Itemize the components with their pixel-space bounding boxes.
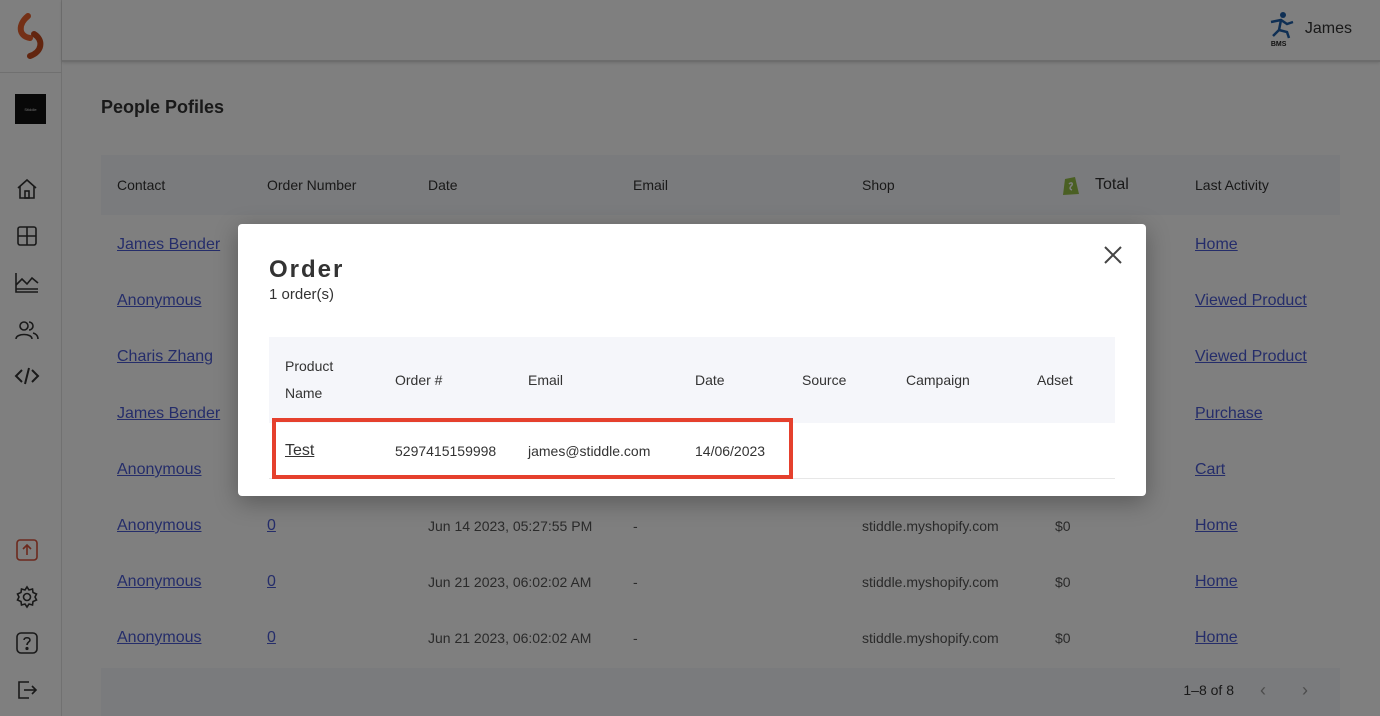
order-table-header: Product Name Order # Email Date Source C… (269, 337, 1115, 423)
column-header: Order # (395, 371, 443, 388)
column-header: Email (528, 371, 564, 388)
close-icon[interactable] (1102, 244, 1124, 266)
highlight-box (272, 418, 793, 479)
modal-subtitle: 1 order(s) (269, 286, 335, 303)
column-header: Date (695, 371, 725, 388)
column-header: Campaign (906, 371, 970, 388)
modal-title: Order (269, 256, 345, 283)
column-header: Adset (1037, 371, 1073, 388)
column-header: Source (802, 371, 847, 388)
column-header: Product Name (285, 358, 334, 401)
